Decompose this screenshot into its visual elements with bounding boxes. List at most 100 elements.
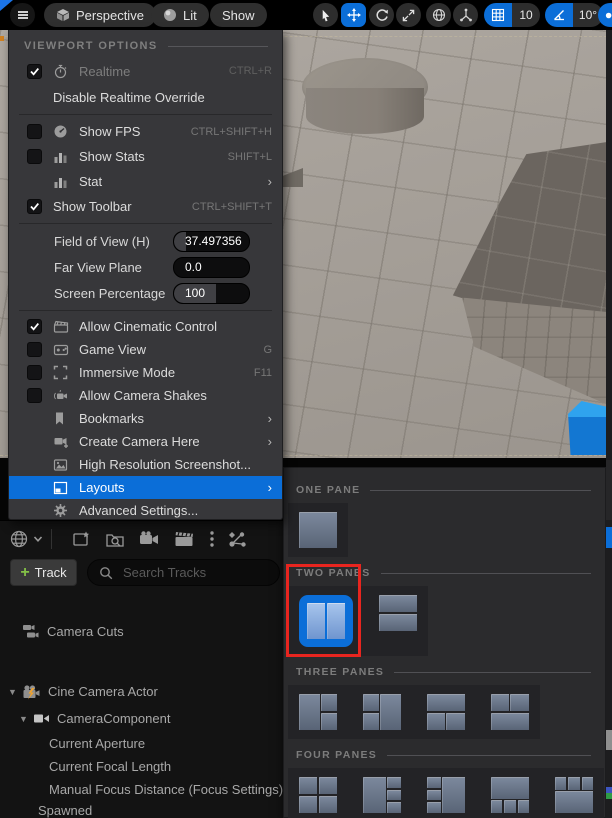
checkbox[interactable] (27, 64, 42, 79)
menu-item-game-view[interactable]: Game ViewG (9, 338, 282, 361)
field-row-screen-percentage: Screen Percentage100 (9, 280, 282, 306)
world-space-button[interactable] (426, 3, 451, 27)
checkbox[interactable] (27, 319, 42, 334)
checkbox[interactable] (27, 365, 42, 380)
window-corner-accent (0, 0, 13, 11)
layout-button-one-pane[interactable] (299, 512, 337, 548)
cine-camera-icon (22, 684, 41, 700)
checkbox[interactable] (27, 388, 42, 403)
menu-header-label: VIEWPORT OPTIONS (24, 40, 158, 52)
menu-item-layouts[interactable]: Layouts› (9, 476, 282, 499)
layout-button-four-panes-top[interactable] (555, 777, 593, 813)
field-input-far-view-plane[interactable]: 0.0 (173, 257, 250, 278)
search-icon (99, 566, 113, 580)
lit-button[interactable]: Lit (151, 3, 209, 27)
create-camera-button[interactable] (139, 530, 160, 548)
field-input-screen-percentage[interactable]: 100 (173, 283, 250, 304)
save-button[interactable] (72, 530, 91, 549)
layout-button-three-panes-bottom[interactable] (427, 694, 465, 730)
scale-tool-button[interactable] (396, 3, 421, 27)
layout-button-three-panes-right[interactable] (363, 694, 401, 730)
kebab-menu-icon[interactable] (209, 530, 215, 548)
viewport-options-menu-button[interactable] (10, 3, 35, 27)
four-panes-left-icon (363, 777, 401, 813)
expander-icon[interactable]: ▼ (19, 714, 33, 724)
layout-button-three-panes-top[interactable] (491, 694, 529, 730)
find-in-content-browser-button[interactable] (105, 530, 125, 549)
expander-icon[interactable]: ▼ (8, 687, 22, 697)
render-movie-button[interactable] (174, 530, 195, 548)
gauge-icon (53, 124, 68, 139)
layout-button-two-panes-stacked[interactable] (379, 595, 417, 631)
grid-snap-toggle[interactable] (484, 3, 512, 27)
stats-icon (53, 149, 68, 164)
local-space-button[interactable] (453, 3, 478, 27)
checkbox[interactable] (27, 199, 42, 214)
show-button[interactable]: Show (210, 3, 267, 27)
select-tool-button[interactable] (313, 3, 338, 27)
shortcut-label: CTRL+R (229, 65, 272, 77)
track-row-manual-focus-distance-focus-settings[interactable]: Manual Focus Distance (Focus Settings) (0, 778, 283, 801)
submenu-section-header: FOUR PANES (284, 745, 605, 765)
chevron-down-icon[interactable] (33, 534, 43, 544)
menu-item-label: Immersive Mode (79, 365, 248, 380)
track-row-current-focal-length[interactable]: Current Focal Length (0, 755, 283, 778)
menu-item-bookmarks[interactable]: Bookmarks› (9, 407, 282, 430)
move-icon (347, 8, 361, 22)
track-label: Current Focal Length (49, 759, 171, 774)
field-row-far-view-plane: Far View Plane0.0 (9, 254, 282, 280)
menu-item-realtime[interactable]: RealtimeCTRL+R (9, 58, 282, 84)
submenu-section-header: TWO PANES (284, 563, 605, 583)
layout-button-four-panes-left[interactable] (363, 777, 401, 813)
field-label: Far View Plane (54, 260, 173, 275)
menu-item-label: Disable Realtime Override (53, 90, 272, 105)
checkbox[interactable] (27, 124, 42, 139)
menu-item-show-fps[interactable]: Show FPSCTRL+SHIFT+H (9, 119, 282, 144)
track-row-spawned[interactable]: Spawned (0, 799, 283, 818)
track-row-cine-camera-actor[interactable]: ▼Cine Camera Actor (0, 680, 283, 703)
immersive-icon (53, 365, 68, 380)
world-binding-button[interactable] (9, 529, 29, 549)
menu-item-disable-realtime-override[interactable]: Disable Realtime Override (9, 84, 282, 110)
layout-button-two-panes-side-by-side[interactable] (299, 595, 353, 647)
scale-icon (402, 9, 415, 22)
camera-speed-button[interactable] (598, 3, 612, 27)
layout-button-four-panes-quad[interactable] (299, 777, 337, 813)
menu-item-show-stats[interactable]: Show StatsSHIFT+L (9, 144, 282, 169)
viewport-options-menu: VIEWPORT OPTIONS RealtimeCTRL+R Disable R… (8, 30, 283, 520)
menu-item-immersive-mode[interactable]: Immersive ModeF11 (9, 361, 282, 384)
search-tracks-input[interactable] (121, 564, 261, 581)
menu-item-show-toolbar[interactable]: Show ToolbarCTRL+SHIFT+T (9, 194, 282, 219)
menu-item-stat[interactable]: Stat› (9, 169, 282, 194)
menu-item-allow-camera-shakes[interactable]: Allow Camera Shakes (9, 384, 282, 407)
rotate-tool-button[interactable] (369, 3, 394, 27)
shortcut-label: G (263, 344, 272, 356)
track-row-camera-cuts[interactable]: Camera Cuts (0, 620, 283, 643)
menu-item-create-camera-here[interactable]: Create Camera Here› (9, 430, 282, 453)
cursor-arrow-icon (319, 9, 332, 22)
layout-button-four-panes-bottom[interactable] (491, 777, 529, 813)
menu-item-allow-cinematic-control[interactable]: Allow Cinematic Control (9, 315, 282, 338)
track-row-current-aperture[interactable]: Current Aperture (0, 732, 283, 755)
layout-button-three-panes-left[interactable] (299, 694, 337, 730)
stats-icon (53, 174, 68, 189)
add-track-button[interactable]: + Track (10, 559, 77, 586)
layout-button-four-panes-right[interactable] (427, 777, 465, 813)
checkbox[interactable] (27, 149, 42, 164)
move-tool-button[interactable] (341, 3, 366, 27)
clapperboard-icon (53, 319, 69, 334)
field-input-field-of-view-h[interactable]: 37.497356 (173, 231, 250, 252)
search-tracks-box[interactable] (87, 559, 280, 586)
camera-component-icon (33, 712, 50, 725)
left-edge-fragment (0, 36, 4, 41)
track-row-cameracomponent[interactable]: ▼CameraComponent (0, 707, 283, 730)
actions-button[interactable] (227, 530, 248, 549)
angle-snap-toggle[interactable] (545, 3, 573, 27)
panel-fragment-blue (606, 527, 612, 548)
menu-item-advanced-settings[interactable]: Advanced Settings... (9, 499, 282, 522)
perspective-button[interactable]: Perspective (44, 3, 156, 27)
menu-item-high-resolution-screenshot[interactable]: High Resolution Screenshot... (9, 453, 282, 476)
checkbox[interactable] (27, 342, 42, 357)
grid-snap-value[interactable]: 10 (512, 3, 540, 27)
show-label: Show (222, 8, 255, 23)
